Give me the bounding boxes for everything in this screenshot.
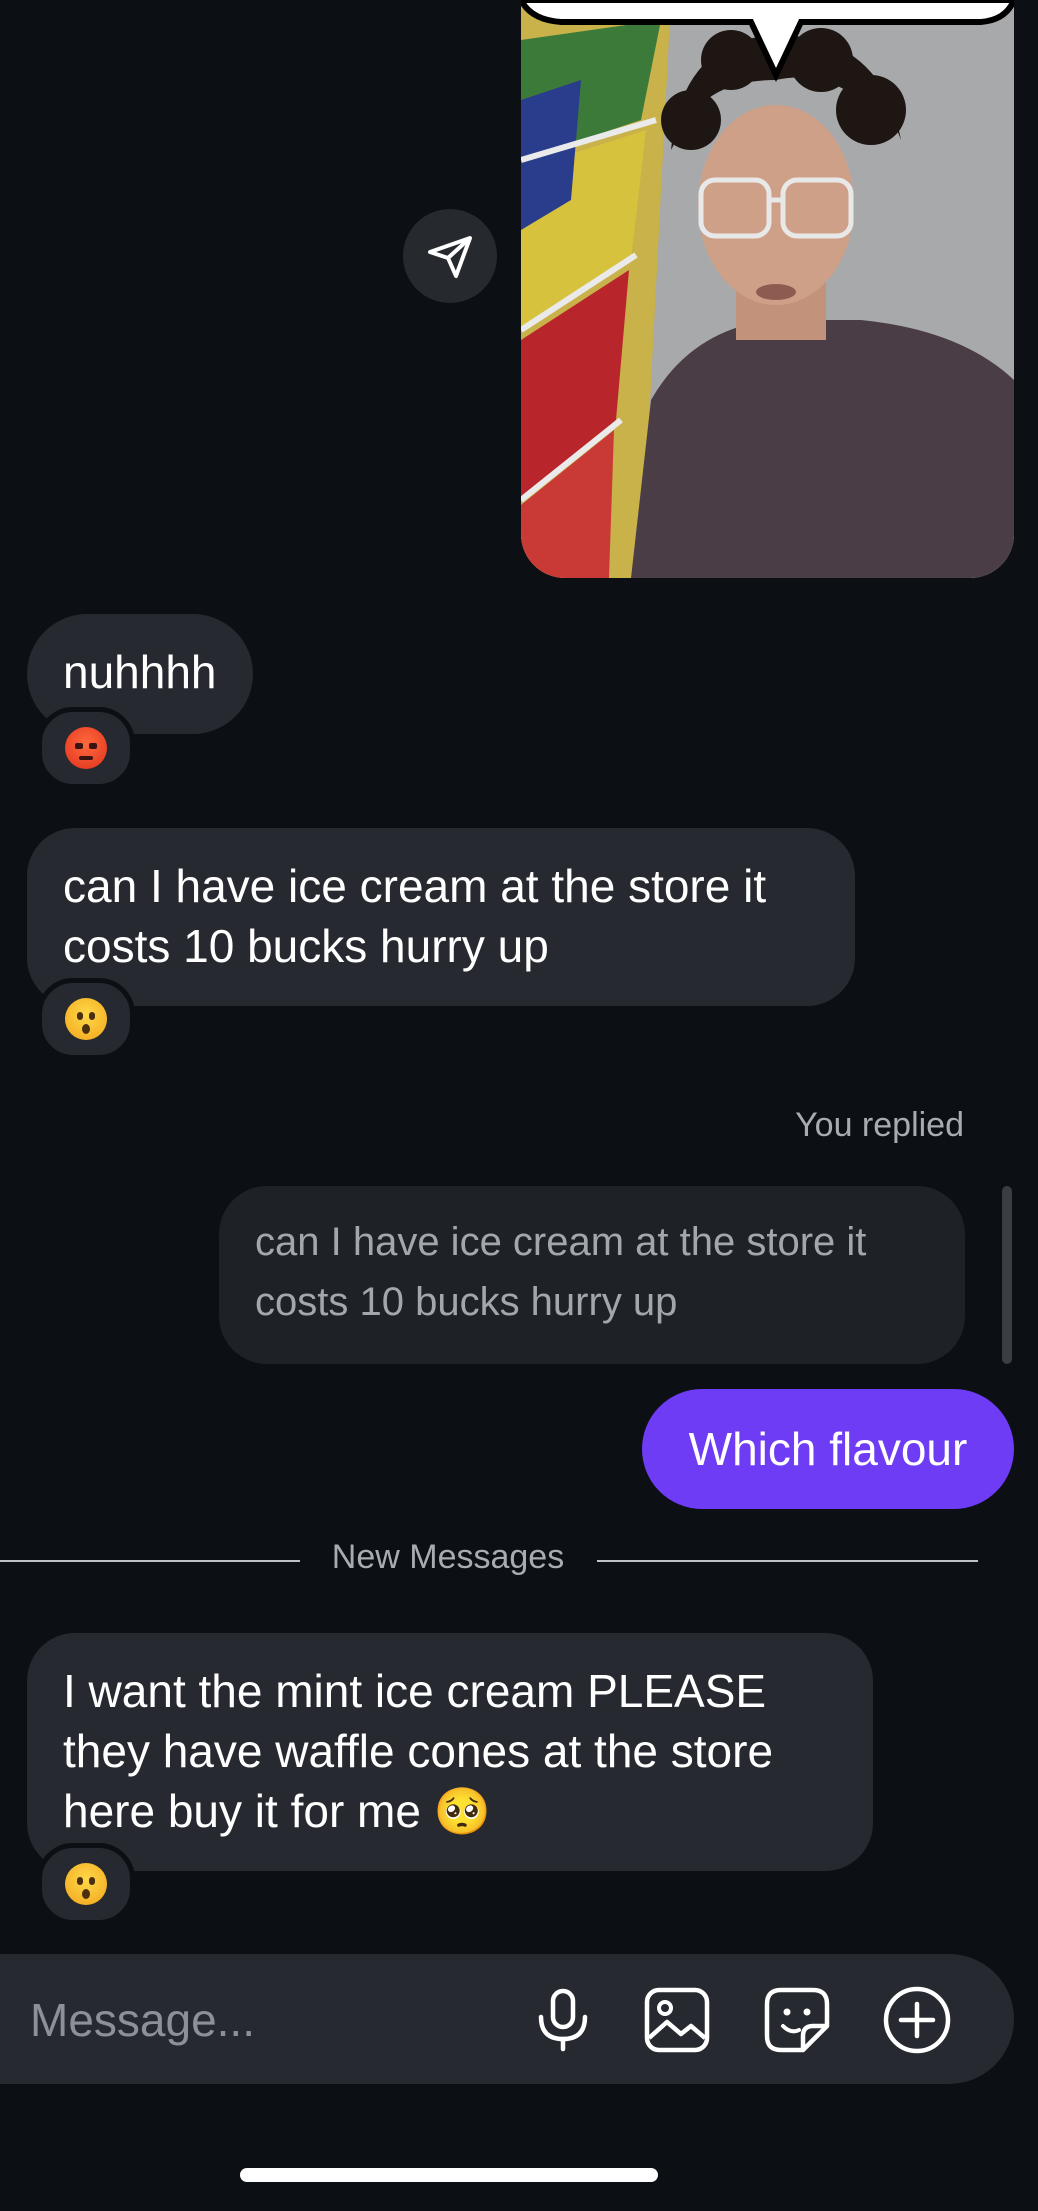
gallery-button[interactable] [641,1984,713,2056]
received-message[interactable]: can I have ice cream at the store it cos… [27,828,855,1006]
sent-message[interactable]: Which flavour [642,1389,1014,1509]
microphone-icon [538,1988,588,2052]
share-button[interactable] [403,209,497,303]
message-reaction[interactable] [37,707,135,789]
microphone-button[interactable] [527,1984,599,2056]
home-indicator[interactable] [240,2168,658,2182]
reply-label: You replied [795,1106,964,1144]
sticker-button[interactable] [761,1984,833,2056]
quoted-message[interactable]: can I have ice cream at the store it cos… [219,1186,965,1364]
shared-photo[interactable] [521,0,1014,578]
divider-line-right [597,1560,978,1562]
new-messages-divider: New Messages [331,1538,565,1576]
message-text: can I have ice cream at the store it cos… [63,860,767,972]
received-message[interactable]: I want the mint ice cream PLEASE they ha… [27,1633,873,1871]
plus-circle-icon [883,1986,951,2054]
paper-plane-icon [428,236,472,278]
message-reaction[interactable] [37,978,135,1060]
scrollbar[interactable] [1002,1186,1012,1364]
angry-face-emoji [65,727,107,769]
hushed-face-emoji [65,998,107,1040]
message-reaction[interactable] [37,1843,135,1925]
message-text: nuhhhh [63,646,217,698]
hushed-face-emoji [65,1863,107,1905]
message-text: I want the mint ice cream PLEASE they ha… [63,1665,774,1837]
more-options-button[interactable] [881,1984,953,2056]
message-input[interactable] [28,1984,492,2056]
image-icon [644,1987,710,2053]
sticker-icon [764,1987,830,2053]
divider-line-left [0,1560,300,1562]
message-text: Which flavour [688,1423,968,1475]
